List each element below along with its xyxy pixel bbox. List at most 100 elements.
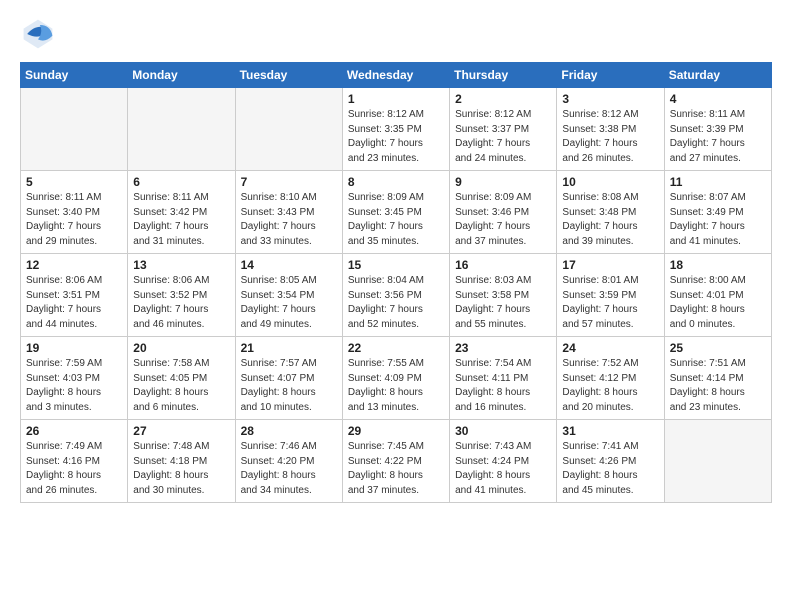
day-info: Sunrise: 8:11 AM Sunset: 3:39 PM Dayligh…: [670, 108, 766, 166]
day-number: 24: [562, 341, 658, 355]
day-number: 1: [348, 92, 444, 106]
calendar-cell: 16 Sunrise: 8:03 AM Sunset: 3:58 PM Dayli…: [450, 254, 557, 337]
header: [20, 16, 772, 52]
day-number: 31: [562, 424, 658, 438]
weekday-header-monday: Monday: [128, 63, 235, 88]
calendar-cell: [664, 420, 771, 503]
calendar-cell: 29 Sunrise: 7:45 AM Sunset: 4:22 PM Dayli…: [342, 420, 449, 503]
weekday-header-thursday: Thursday: [450, 63, 557, 88]
page: SundayMondayTuesdayWednesdayThursdayFrid…: [0, 0, 792, 513]
day-info: Sunrise: 8:08 AM Sunset: 3:48 PM Dayligh…: [562, 191, 658, 249]
day-info: Sunrise: 8:05 AM Sunset: 3:54 PM Dayligh…: [241, 274, 337, 332]
calendar-cell: 19Sunrise: 7:59 AM Sunset: 4:03 PM Dayli…: [21, 337, 128, 420]
day-info: Sunrise: 7:55 AM Sunset: 4:09 PM Dayligh…: [348, 357, 444, 415]
day-info: Sunrise: 8:11 AM Sunset: 3:40 PM Dayligh…: [26, 191, 122, 249]
day-info: Sunrise: 7:57 AM Sunset: 4:07 PM Dayligh…: [241, 357, 337, 415]
day-info: Sunrise: 8:04 AM Sunset: 3:56 PM Dayligh…: [348, 274, 444, 332]
calendar-cell: 27 Sunrise: 7:48 AM Sunset: 4:18 PM Dayli…: [128, 420, 235, 503]
day-info: Sunrise: 7:43 AM Sunset: 4:24 PM Dayligh…: [455, 440, 551, 498]
day-number: 17: [562, 258, 658, 272]
day-info: Sunrise: 8:12 AM Sunset: 3:35 PM Dayligh…: [348, 108, 444, 166]
day-number: 4: [670, 92, 766, 106]
calendar-cell: 20 Sunrise: 7:58 AM Sunset: 4:05 PM Dayli…: [128, 337, 235, 420]
calendar-cell: 3 Sunrise: 8:12 AM Sunset: 3:38 PM Daylig…: [557, 88, 664, 171]
calendar-cell: 13Sunrise: 8:06 AM Sunset: 3:52 PM Dayli…: [128, 254, 235, 337]
day-info: Sunrise: 8:06 AM Sunset: 3:51 PM Dayligh…: [26, 274, 122, 332]
calendar-cell: 4 Sunrise: 8:11 AM Sunset: 3:39 PM Daylig…: [664, 88, 771, 171]
calendar-cell: 7 Sunrise: 8:10 AM Sunset: 3:43 PM Daylig…: [235, 171, 342, 254]
day-info: Sunrise: 7:48 AM Sunset: 4:18 PM Dayligh…: [133, 440, 229, 498]
day-info: Sunrise: 8:06 AM Sunset: 3:52 PM Dayligh…: [133, 274, 229, 332]
day-info: Sunrise: 7:54 AM Sunset: 4:11 PM Dayligh…: [455, 357, 551, 415]
calendar-cell: 9 Sunrise: 8:09 AM Sunset: 3:46 PM Daylig…: [450, 171, 557, 254]
calendar-cell: 25 Sunrise: 7:51 AM Sunset: 4:14 PM Dayli…: [664, 337, 771, 420]
day-number: 18: [670, 258, 766, 272]
day-info: Sunrise: 8:01 AM Sunset: 3:59 PM Dayligh…: [562, 274, 658, 332]
day-number: 30: [455, 424, 551, 438]
calendar-cell: 22Sunrise: 7:55 AM Sunset: 4:09 PM Dayli…: [342, 337, 449, 420]
weekday-header-saturday: Saturday: [664, 63, 771, 88]
day-info: Sunrise: 8:09 AM Sunset: 3:45 PM Dayligh…: [348, 191, 444, 249]
day-info: Sunrise: 8:11 AM Sunset: 3:42 PM Dayligh…: [133, 191, 229, 249]
calendar-cell: 23 Sunrise: 7:54 AM Sunset: 4:11 PM Dayli…: [450, 337, 557, 420]
calendar-cell: [128, 88, 235, 171]
weekday-header-row: SundayMondayTuesdayWednesdayThursdayFrid…: [21, 63, 772, 88]
calendar-cell: 6 Sunrise: 8:11 AM Sunset: 3:42 PM Daylig…: [128, 171, 235, 254]
calendar-cell: 2 Sunrise: 8:12 AM Sunset: 3:37 PM Daylig…: [450, 88, 557, 171]
calendar-cell: 10Sunrise: 8:08 AM Sunset: 3:48 PM Dayli…: [557, 171, 664, 254]
calendar-cell: 28Sunrise: 7:46 AM Sunset: 4:20 PM Dayli…: [235, 420, 342, 503]
day-number: 14: [241, 258, 337, 272]
calendar-cell: 5Sunrise: 8:11 AM Sunset: 3:40 PM Daylig…: [21, 171, 128, 254]
logo: [20, 16, 60, 52]
day-number: 27: [133, 424, 229, 438]
logo-icon: [20, 16, 56, 52]
calendar-cell: 24 Sunrise: 7:52 AM Sunset: 4:12 PM Dayli…: [557, 337, 664, 420]
day-info: Sunrise: 8:10 AM Sunset: 3:43 PM Dayligh…: [241, 191, 337, 249]
day-info: Sunrise: 7:51 AM Sunset: 4:14 PM Dayligh…: [670, 357, 766, 415]
day-info: Sunrise: 7:52 AM Sunset: 4:12 PM Dayligh…: [562, 357, 658, 415]
week-row-2: 5Sunrise: 8:11 AM Sunset: 3:40 PM Daylig…: [21, 171, 772, 254]
day-number: 7: [241, 175, 337, 189]
week-row-4: 19Sunrise: 7:59 AM Sunset: 4:03 PM Dayli…: [21, 337, 772, 420]
calendar-cell: 17 Sunrise: 8:01 AM Sunset: 3:59 PM Dayli…: [557, 254, 664, 337]
calendar-cell: 18 Sunrise: 8:00 AM Sunset: 4:01 PM Dayli…: [664, 254, 771, 337]
day-number: 26: [26, 424, 122, 438]
day-number: 29: [348, 424, 444, 438]
calendar-cell: 30 Sunrise: 7:43 AM Sunset: 4:24 PM Dayli…: [450, 420, 557, 503]
day-number: 25: [670, 341, 766, 355]
day-info: Sunrise: 8:00 AM Sunset: 4:01 PM Dayligh…: [670, 274, 766, 332]
day-number: 8: [348, 175, 444, 189]
calendar-cell: 21 Sunrise: 7:57 AM Sunset: 4:07 PM Dayli…: [235, 337, 342, 420]
calendar-cell: 11 Sunrise: 8:07 AM Sunset: 3:49 PM Dayli…: [664, 171, 771, 254]
day-number: 11: [670, 175, 766, 189]
calendar-cell: 1 Sunrise: 8:12 AM Sunset: 3:35 PM Daylig…: [342, 88, 449, 171]
calendar-cell: 12 Sunrise: 8:06 AM Sunset: 3:51 PM Dayli…: [21, 254, 128, 337]
day-number: 6: [133, 175, 229, 189]
day-number: 9: [455, 175, 551, 189]
day-number: 16: [455, 258, 551, 272]
day-info: Sunrise: 7:59 AM Sunset: 4:03 PM Dayligh…: [26, 357, 122, 415]
day-info: Sunrise: 7:58 AM Sunset: 4:05 PM Dayligh…: [133, 357, 229, 415]
day-number: 2: [455, 92, 551, 106]
day-number: 3: [562, 92, 658, 106]
weekday-header-wednesday: Wednesday: [342, 63, 449, 88]
day-info: Sunrise: 8:12 AM Sunset: 3:37 PM Dayligh…: [455, 108, 551, 166]
day-info: Sunrise: 7:41 AM Sunset: 4:26 PM Dayligh…: [562, 440, 658, 498]
weekday-header-sunday: Sunday: [21, 63, 128, 88]
calendar-cell: 14 Sunrise: 8:05 AM Sunset: 3:54 PM Dayli…: [235, 254, 342, 337]
calendar-cell: 8 Sunrise: 8:09 AM Sunset: 3:45 PM Daylig…: [342, 171, 449, 254]
day-info: Sunrise: 8:12 AM Sunset: 3:38 PM Dayligh…: [562, 108, 658, 166]
day-number: 12: [26, 258, 122, 272]
day-info: Sunrise: 7:45 AM Sunset: 4:22 PM Dayligh…: [348, 440, 444, 498]
week-row-3: 12 Sunrise: 8:06 AM Sunset: 3:51 PM Dayli…: [21, 254, 772, 337]
week-row-5: 26 Sunrise: 7:49 AM Sunset: 4:16 PM Dayli…: [21, 420, 772, 503]
day-info: Sunrise: 8:07 AM Sunset: 3:49 PM Dayligh…: [670, 191, 766, 249]
calendar-cell: 31 Sunrise: 7:41 AM Sunset: 4:26 PM Dayli…: [557, 420, 664, 503]
day-number: 23: [455, 341, 551, 355]
day-number: 20: [133, 341, 229, 355]
day-info: Sunrise: 8:09 AM Sunset: 3:46 PM Dayligh…: [455, 191, 551, 249]
day-info: Sunrise: 8:03 AM Sunset: 3:58 PM Dayligh…: [455, 274, 551, 332]
day-number: 21: [241, 341, 337, 355]
day-info: Sunrise: 7:49 AM Sunset: 4:16 PM Dayligh…: [26, 440, 122, 498]
day-info: Sunrise: 7:46 AM Sunset: 4:20 PM Dayligh…: [241, 440, 337, 498]
